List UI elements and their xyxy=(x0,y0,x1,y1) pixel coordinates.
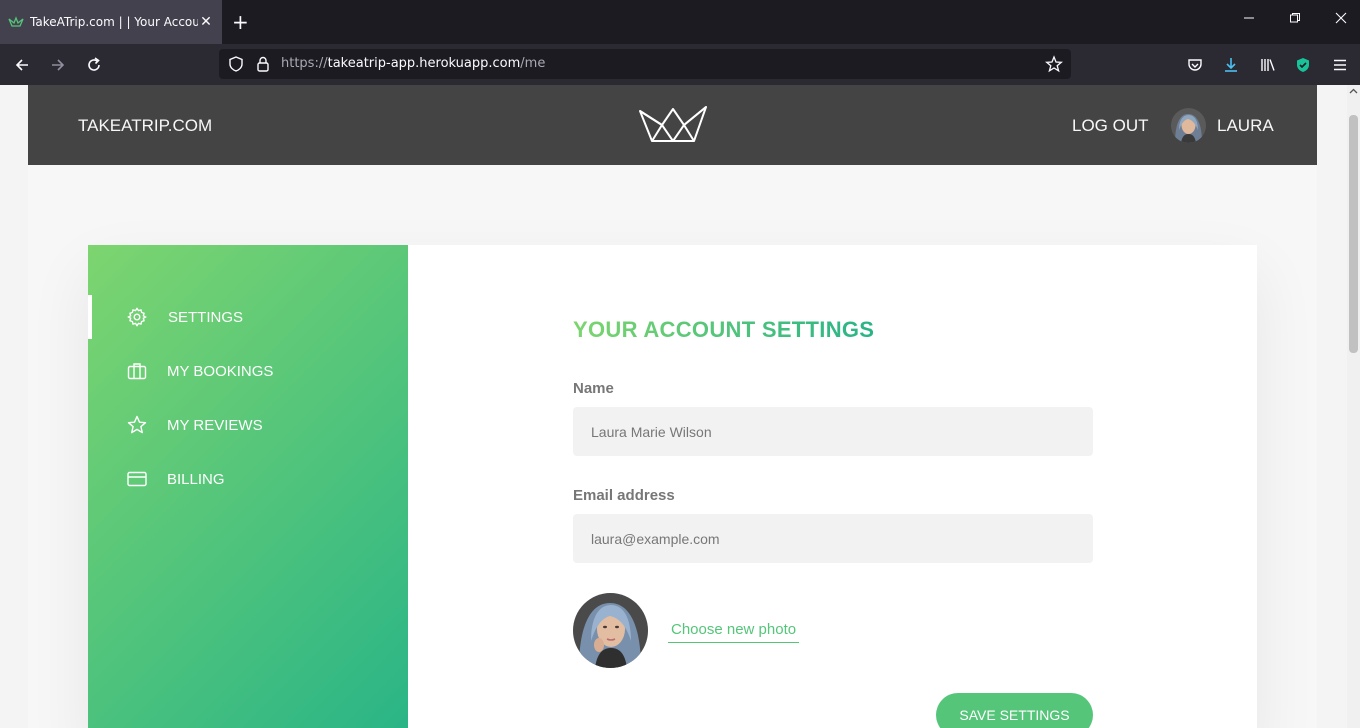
url-bar[interactable]: https://takeatrip-app.herokuapp.com/me xyxy=(219,49,1071,79)
close-window-icon[interactable] xyxy=(1335,12,1347,28)
page-scrollbar[interactable] xyxy=(1347,85,1360,728)
sidebar-item-label: BILLING xyxy=(167,470,225,488)
sidebar-item-billing[interactable]: BILLING xyxy=(88,457,408,501)
name-label: Name xyxy=(573,380,614,397)
lock-icon[interactable] xyxy=(254,55,272,73)
restore-icon[interactable] xyxy=(1289,12,1301,28)
save-settings-button[interactable]: SAVE SETTINGS xyxy=(936,693,1093,728)
reload-icon[interactable] xyxy=(83,54,105,76)
email-label: Email address xyxy=(573,487,675,504)
minimize-icon[interactable] xyxy=(1243,12,1255,28)
sidebar-item-label: MY BOOKINGS xyxy=(167,362,274,380)
briefcase-icon xyxy=(127,363,147,380)
tab-close-icon[interactable]: ✕ xyxy=(198,14,214,30)
choose-new-photo-link[interactable]: Choose new photo xyxy=(668,621,800,643)
pocket-icon[interactable] xyxy=(1184,54,1206,76)
site-header: TAKEATRIP.COM LOG OUT LAURA xyxy=(28,85,1317,165)
browser-tab[interactable]: TakeATrip.com | | Your Account ✕ xyxy=(0,0,222,44)
scroll-up-arrow-icon[interactable] xyxy=(1349,87,1358,96)
sidebar-item-label: MY REVIEWS xyxy=(167,416,263,434)
account-sidebar: SETTINGS MY BOOKINGS MY REVIEWS BILLING xyxy=(88,245,408,728)
scroll-thumb[interactable] xyxy=(1349,115,1358,353)
library-icon[interactable] xyxy=(1257,54,1279,76)
sidebar-item-label: SETTINGS xyxy=(168,308,244,326)
downloads-icon[interactable] xyxy=(1220,54,1242,76)
extension-shield-icon[interactable] xyxy=(1292,54,1314,76)
new-tab-icon[interactable]: + xyxy=(232,12,249,32)
browser-tab-bar: TakeATrip.com | | Your Account ✕ + xyxy=(0,0,1360,44)
crown-logo-icon[interactable] xyxy=(638,105,708,143)
logout-link[interactable]: LOG OUT xyxy=(1072,116,1149,136)
user-avatar[interactable] xyxy=(1171,108,1206,143)
settings-panel: YOUR ACCOUNT SETTINGS Name Email address xyxy=(408,245,1257,728)
name-field[interactable] xyxy=(573,407,1093,456)
page-viewport: TAKEATRIP.COM LOG OUT LAURA SETTINGS MY … xyxy=(0,85,1347,728)
browser-nav-bar: https://takeatrip-app.herokuapp.com/me xyxy=(0,44,1360,85)
gear-icon xyxy=(127,307,147,327)
shield-icon[interactable] xyxy=(227,55,245,73)
star-icon xyxy=(127,415,147,434)
forward-arrow-icon[interactable] xyxy=(47,54,69,76)
bookmark-star-icon[interactable] xyxy=(1045,55,1063,73)
crown-favicon-icon xyxy=(8,16,24,27)
brand-link[interactable]: TAKEATRIP.COM xyxy=(78,116,212,136)
sidebar-item-settings[interactable]: SETTINGS xyxy=(88,295,408,339)
user-name-link[interactable]: LAURA xyxy=(1217,116,1274,136)
email-field[interactable] xyxy=(573,514,1093,563)
sidebar-item-my-reviews[interactable]: MY REVIEWS xyxy=(88,403,408,447)
sidebar-item-my-bookings[interactable]: MY BOOKINGS xyxy=(88,349,408,393)
back-arrow-icon[interactable] xyxy=(11,54,33,76)
user-photo xyxy=(573,593,648,668)
page-title: YOUR ACCOUNT SETTINGS xyxy=(573,317,875,342)
url-text: https://takeatrip-app.herokuapp.com/me xyxy=(281,56,546,71)
hamburger-menu-icon[interactable] xyxy=(1329,54,1351,76)
account-card: SETTINGS MY BOOKINGS MY REVIEWS BILLING … xyxy=(88,245,1257,728)
tab-title: TakeATrip.com | | Your Account xyxy=(30,15,198,29)
credit-card-icon xyxy=(127,471,147,487)
